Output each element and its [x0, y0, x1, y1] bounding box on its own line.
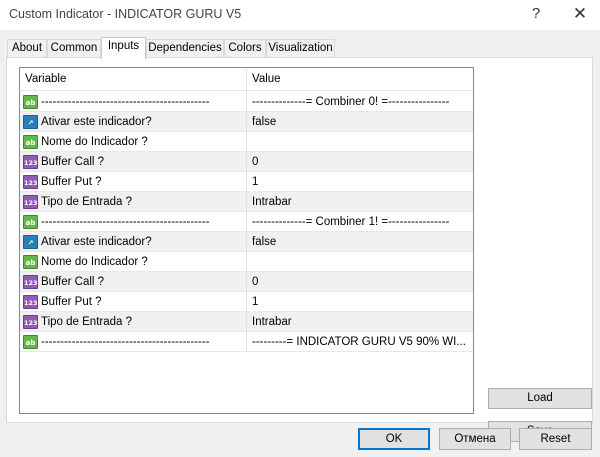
table-row[interactable]: ab Nome do Indicador ? — [20, 132, 473, 152]
integer-type-icon: 123 — [23, 295, 38, 309]
value-cell[interactable]: --------------= Combiner 1! =-----------… — [247, 212, 473, 232]
table-row[interactable]: ab --------------------------------------… — [20, 212, 473, 232]
table-row[interactable]: 123 Tipo de Entrada ? Intrabar — [20, 312, 473, 332]
variable-cell[interactable]: 123 Buffer Call ? — [20, 272, 247, 292]
tab-common[interactable]: Common — [47, 39, 101, 58]
string-type-icon: ab — [23, 335, 38, 349]
tab-visualization[interactable]: Visualization — [266, 39, 335, 58]
value-cell[interactable]: Intrabar — [247, 312, 473, 332]
string-type-icon: ab — [23, 95, 38, 109]
variable-label: ----------------------------------------… — [41, 216, 210, 228]
variable-cell[interactable]: 123 Tipo de Entrada ? — [20, 312, 247, 332]
dialog-body: About Common Inputs Dependencies Colors … — [0, 30, 600, 457]
tab-about[interactable]: About — [7, 39, 47, 58]
string-type-icon: ab — [23, 215, 38, 229]
column-header-value[interactable]: Value — [247, 68, 473, 91]
variable-cell[interactable]: ab Nome do Indicador ? — [20, 132, 247, 152]
boolean-type-icon: ↗ — [23, 235, 38, 249]
value-cell[interactable]: ---------= INDICATOR GURU V5 90% WI... — [247, 332, 473, 352]
reset-button[interactable]: Reset — [519, 428, 592, 450]
value-cell[interactable]: 1 — [247, 292, 473, 312]
variable-cell[interactable]: 123 Tipo de Entrada ? — [20, 192, 247, 212]
integer-type-icon: 123 — [23, 195, 38, 209]
variable-cell[interactable]: ↗ Ativar este indicador? — [20, 112, 247, 132]
table-row[interactable]: ab --------------------------------------… — [20, 92, 473, 112]
variable-cell[interactable]: ab --------------------------------------… — [20, 332, 247, 352]
variable-cell[interactable]: ab Nome do Indicador ? — [20, 252, 247, 272]
value-cell[interactable]: 0 — [247, 272, 473, 292]
variable-label: Ativar este indicador? — [41, 236, 152, 248]
variable-label: Buffer Call ? — [41, 156, 105, 168]
help-icon[interactable]: ? — [524, 2, 548, 26]
variable-cell[interactable]: 123 Buffer Call ? — [20, 152, 247, 172]
variable-label: Ativar este indicador? — [41, 116, 152, 128]
integer-type-icon: 123 — [23, 155, 38, 169]
variable-cell[interactable]: 123 Buffer Put ? — [20, 172, 247, 192]
string-type-icon: ab — [23, 255, 38, 269]
table-row[interactable]: 123 Buffer Put ? 1 — [20, 172, 473, 192]
value-cell[interactable]: 1 — [247, 172, 473, 192]
variable-label: Nome do Indicador ? — [41, 256, 148, 268]
value-cell[interactable]: 0 — [247, 152, 473, 172]
value-cell[interactable]: false — [247, 112, 473, 132]
table-row[interactable]: ↗ Ativar este indicador? false — [20, 232, 473, 252]
inputs-panel: Variable Value ab -----------------------… — [6, 57, 593, 442]
variable-cell[interactable]: ab --------------------------------------… — [20, 92, 247, 112]
column-header-variable[interactable]: Variable — [20, 68, 247, 91]
window-title: Custom Indicator - INDICATOR GURU V5 — [9, 7, 242, 21]
integer-type-icon: 123 — [23, 175, 38, 189]
variable-label: Buffer Put ? — [41, 296, 102, 308]
value-cell[interactable] — [247, 252, 473, 272]
load-button[interactable]: Load — [488, 388, 592, 409]
tab-dependencies[interactable]: Dependencies — [146, 39, 224, 58]
variable-cell[interactable]: 123 Buffer Put ? — [20, 292, 247, 312]
value-cell[interactable]: Intrabar — [247, 192, 473, 212]
variable-label: Nome do Indicador ? — [41, 136, 148, 148]
value-cell[interactable]: false — [247, 232, 473, 252]
inputs-grid: Variable Value ab -----------------------… — [19, 67, 474, 414]
table-row[interactable]: ab --------------------------------------… — [20, 332, 473, 352]
variable-label: Buffer Put ? — [41, 176, 102, 188]
close-icon[interactable]: ✕ — [568, 2, 592, 26]
value-cell[interactable]: --------------= Combiner 0! =-----------… — [247, 92, 473, 112]
grid-rows: ab --------------------------------------… — [20, 92, 473, 352]
boolean-type-icon: ↗ — [23, 115, 38, 129]
title-bar: Custom Indicator - INDICATOR GURU V5 ? ✕ — [0, 0, 600, 30]
variable-label: Tipo de Entrada ? — [41, 316, 132, 328]
variable-label: Tipo de Entrada ? — [41, 196, 132, 208]
integer-type-icon: 123 — [23, 315, 38, 329]
cancel-button[interactable]: Отмена — [439, 428, 511, 450]
variable-cell[interactable]: ↗ Ativar este indicador? — [20, 232, 247, 252]
grid-header: Variable Value — [20, 68, 473, 91]
variable-label: ----------------------------------------… — [41, 96, 210, 108]
table-row[interactable]: 123 Buffer Put ? 1 — [20, 292, 473, 312]
variable-label: ----------------------------------------… — [41, 336, 210, 348]
tab-inputs[interactable]: Inputs — [101, 37, 146, 59]
integer-type-icon: 123 — [23, 275, 38, 289]
table-row[interactable]: ab Nome do Indicador ? — [20, 252, 473, 272]
tab-colors[interactable]: Colors — [224, 39, 266, 58]
table-row[interactable]: ↗ Ativar este indicador? false — [20, 112, 473, 132]
ok-button[interactable]: OK — [358, 428, 430, 450]
variable-label: Buffer Call ? — [41, 276, 105, 288]
table-row[interactable]: 123 Tipo de Entrada ? Intrabar — [20, 192, 473, 212]
variable-cell[interactable]: ab --------------------------------------… — [20, 212, 247, 232]
string-type-icon: ab — [23, 135, 38, 149]
value-cell[interactable] — [247, 132, 473, 152]
table-row[interactable]: 123 Buffer Call ? 0 — [20, 152, 473, 172]
table-row[interactable]: 123 Buffer Call ? 0 — [20, 272, 473, 292]
